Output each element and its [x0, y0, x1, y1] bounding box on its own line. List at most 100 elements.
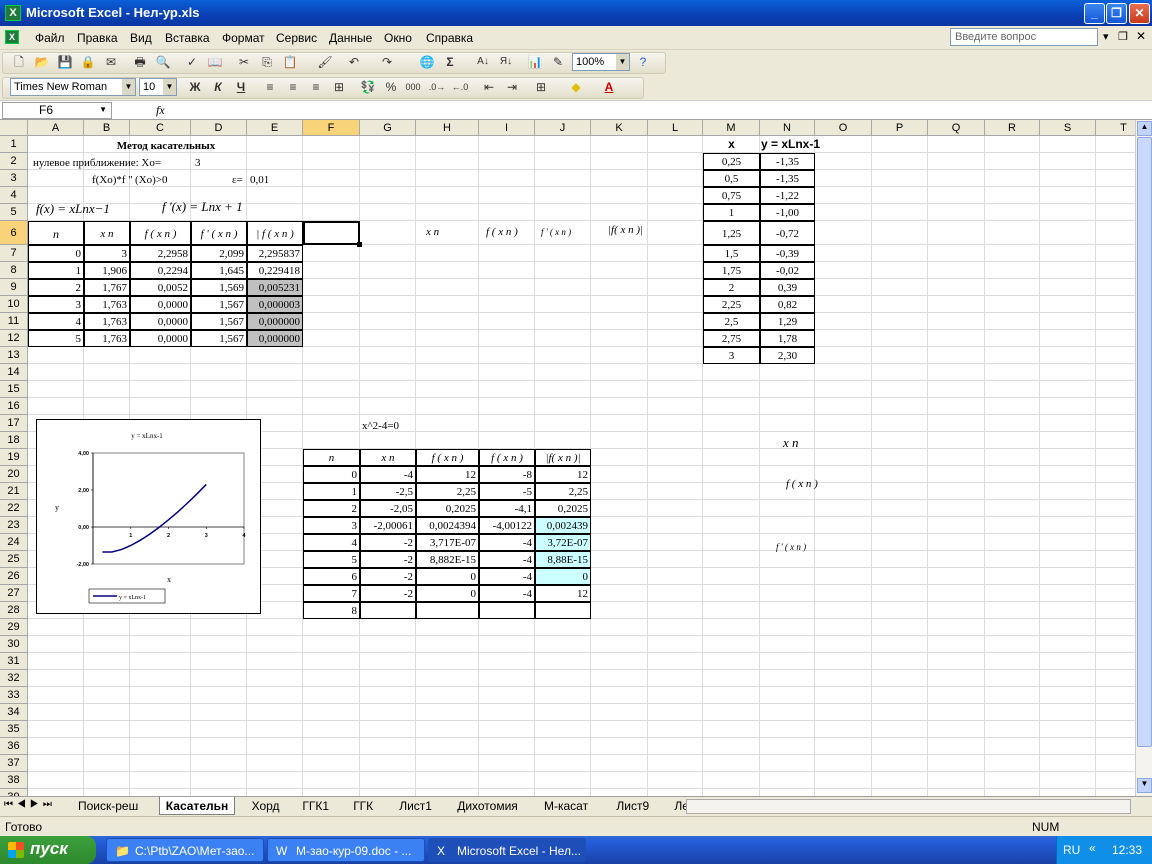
- table2-cell[interactable]: 0,002439: [535, 517, 591, 534]
- table2-cell[interactable]: 2: [303, 500, 360, 517]
- menu-view[interactable]: Вид: [130, 31, 152, 45]
- row-header[interactable]: 20: [0, 466, 28, 483]
- table2-header[interactable]: x n: [360, 449, 416, 466]
- table2-cell[interactable]: [360, 602, 416, 619]
- excel-app-icon[interactable]: X: [5, 5, 21, 21]
- table2-cell[interactable]: 12: [416, 466, 479, 483]
- table1-cell[interactable]: 0,0000: [130, 296, 191, 313]
- mn-cell-y[interactable]: 1,78: [760, 330, 815, 347]
- table1-cell[interactable]: 2,2958: [130, 245, 191, 262]
- decrease-decimal-icon[interactable]: ←.0: [451, 79, 469, 95]
- table2-cell[interactable]: 12: [535, 585, 591, 602]
- mn-cell-x[interactable]: 2,75: [703, 330, 760, 347]
- permission-icon[interactable]: 🔒: [79, 54, 97, 70]
- table2-header[interactable]: f ( x n ): [479, 449, 535, 466]
- increase-decimal-icon[interactable]: .0→: [428, 79, 446, 95]
- table2-cell[interactable]: -4: [479, 534, 535, 551]
- table1-cell[interactable]: 2: [28, 279, 84, 296]
- table2-header[interactable]: |f( x n )|: [535, 449, 591, 466]
- eps-label[interactable]: ε=: [232, 172, 243, 189]
- row-header[interactable]: 3: [0, 170, 28, 187]
- column-header-k[interactable]: K: [591, 120, 648, 136]
- table2-cell[interactable]: [479, 602, 535, 619]
- column-header-s[interactable]: S: [1040, 120, 1096, 136]
- column-header-c[interactable]: C: [130, 120, 191, 136]
- redo-icon[interactable]: ↷: [378, 54, 396, 70]
- row-header[interactable]: 28: [0, 602, 28, 619]
- column-header-a[interactable]: A: [28, 120, 84, 136]
- align-right-icon[interactable]: ≡: [307, 79, 325, 95]
- increase-indent-icon[interactable]: ⇥: [503, 79, 521, 95]
- mn-cell-x[interactable]: 2,5: [703, 313, 760, 330]
- column-header-q[interactable]: Q: [928, 120, 985, 136]
- sheet-tab[interactable]: Касательн: [158, 797, 236, 815]
- row-header[interactable]: 37: [0, 755, 28, 772]
- email-icon[interactable]: ✉: [102, 54, 120, 70]
- row-header[interactable]: 9: [0, 279, 28, 296]
- table2-cell[interactable]: -4,00122: [479, 517, 535, 534]
- menu-data[interactable]: Данные: [329, 31, 372, 45]
- ask-question-input[interactable]: Введите вопрос: [950, 28, 1098, 46]
- column-header-r[interactable]: R: [985, 120, 1040, 136]
- mn-cell-y[interactable]: -1,00: [760, 204, 815, 221]
- sheet-tab[interactable]: ГГК1: [296, 797, 335, 815]
- name-box[interactable]: F6 ▼: [2, 102, 112, 119]
- table2-cell[interactable]: 0,2025: [416, 500, 479, 517]
- task-folder[interactable]: 📁 C:\Ptb\ZAO\Мет-зао...: [106, 838, 264, 862]
- table2-cell[interactable]: [535, 602, 591, 619]
- research-icon[interactable]: 📖: [206, 54, 224, 70]
- table2-cell[interactable]: 7: [303, 585, 360, 602]
- table1-cell[interactable]: 0,229418: [247, 262, 303, 279]
- mn-cell-x[interactable]: 2,25: [703, 296, 760, 313]
- close-button[interactable]: ✕: [1129, 3, 1150, 24]
- table2-cell[interactable]: -2,5: [360, 483, 416, 500]
- row-header[interactable]: 29: [0, 619, 28, 636]
- print-icon[interactable]: 🖶: [131, 54, 149, 70]
- table1-cell[interactable]: 1,763: [84, 296, 130, 313]
- row-header[interactable]: 23: [0, 517, 28, 534]
- row-header[interactable]: 16: [0, 398, 28, 415]
- print-preview-icon[interactable]: 🔍: [154, 54, 172, 70]
- table1-header[interactable]: n: [28, 221, 84, 245]
- row-header[interactable]: 17: [0, 415, 28, 432]
- table2-cell[interactable]: -2: [360, 585, 416, 602]
- table1-cell[interactable]: 1,763: [84, 330, 130, 347]
- chevron-down-icon[interactable]: ▼: [163, 79, 176, 95]
- table2-cell[interactable]: 3: [303, 517, 360, 534]
- doc-close-icon[interactable]: ✕: [1136, 29, 1146, 43]
- menu-window[interactable]: Окно: [384, 31, 412, 45]
- table1-header[interactable]: | f ( x n ): [247, 221, 303, 245]
- mn-cell-y[interactable]: 0,82: [760, 296, 815, 313]
- fill-handle[interactable]: [357, 242, 362, 247]
- mn-cell-x[interactable]: 0,75: [703, 187, 760, 204]
- table2-cell[interactable]: 6: [303, 568, 360, 585]
- currency-icon[interactable]: 💱: [359, 79, 377, 95]
- table2-cell[interactable]: 0,0024394: [416, 517, 479, 534]
- table2-cell[interactable]: 3,72E-07: [535, 534, 591, 551]
- borders-icon[interactable]: ⊞: [532, 79, 550, 95]
- table1-cell[interactable]: 1,645: [191, 262, 247, 279]
- row-header[interactable]: 38: [0, 772, 28, 789]
- decrease-indent-icon[interactable]: ⇤: [480, 79, 498, 95]
- select-all-corner[interactable]: [0, 120, 28, 136]
- column-header-h[interactable]: H: [416, 120, 479, 136]
- column-header-m[interactable]: M: [703, 120, 760, 136]
- row-header[interactable]: 14: [0, 364, 28, 381]
- row-header[interactable]: 5: [0, 204, 28, 221]
- sheet-tab[interactable]: Лист1: [393, 797, 438, 815]
- mn-cell-x[interactable]: 1,75: [703, 262, 760, 279]
- table2-cell[interactable]: 8,88E-15: [535, 551, 591, 568]
- table1-cell[interactable]: 0,2294: [130, 262, 191, 279]
- mn-cell-y[interactable]: -0,02: [760, 262, 815, 279]
- table1-cell[interactable]: 1,567: [191, 330, 247, 347]
- table1-cell[interactable]: 1,567: [191, 313, 247, 330]
- scroll-up-icon[interactable]: ▲: [1137, 121, 1152, 136]
- row-header[interactable]: 25: [0, 551, 28, 568]
- task-word[interactable]: W М-зао-кур-09.doc - ...: [267, 838, 425, 862]
- table2-cell[interactable]: -2,05: [360, 500, 416, 517]
- row-header[interactable]: 21: [0, 483, 28, 500]
- table1-header[interactable]: x n: [84, 221, 130, 245]
- mn-cell-x[interactable]: 2: [703, 279, 760, 296]
- formula-input[interactable]: [176, 102, 1131, 119]
- paste-icon[interactable]: 📋: [281, 54, 299, 70]
